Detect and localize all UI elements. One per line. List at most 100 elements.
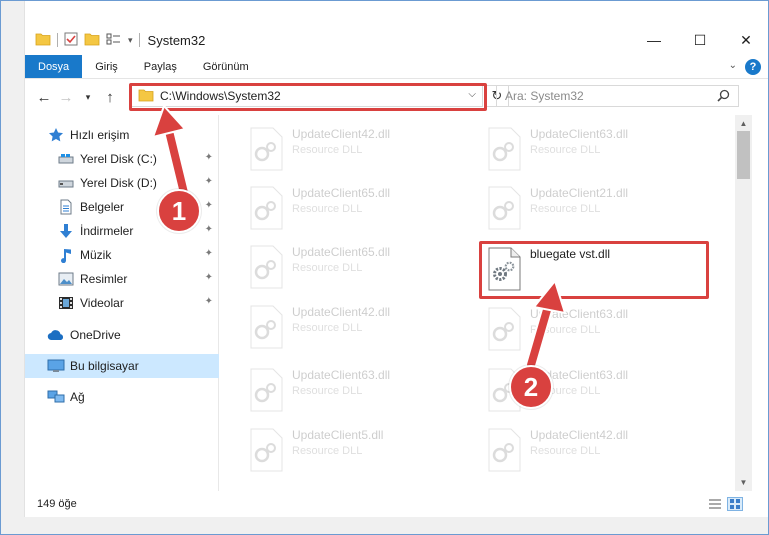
file-name: UpdateClient42.dll bbox=[292, 127, 391, 141]
file-item[interactable]: UpdateClient42.dll Resource DLL bbox=[486, 424, 706, 476]
file-list: UpdateClient42.dll Resource DLL UpdateCli… bbox=[220, 115, 735, 491]
minimize-button[interactable]: — bbox=[631, 25, 677, 55]
dll-file-icon bbox=[250, 127, 283, 171]
sidebar-item-this-pc[interactable]: Bu bilgisayar bbox=[25, 354, 219, 378]
cloud-icon bbox=[47, 327, 65, 343]
file-item[interactable]: UpdateClient42.dll Resource DLL bbox=[248, 301, 468, 353]
chevron-down-icon[interactable]: ⌵ bbox=[468, 89, 476, 100]
pin-icon[interactable]: ✦ bbox=[205, 200, 213, 211]
dll-file-icon bbox=[250, 245, 283, 289]
file-name: UpdateClient42.dll bbox=[530, 428, 629, 442]
dll-file-icon bbox=[250, 305, 283, 349]
file-name: UpdateClient65.dll bbox=[292, 186, 391, 200]
download-icon bbox=[57, 223, 75, 239]
forward-button[interactable]: → bbox=[55, 89, 77, 106]
navigation-pane: Hızlı erişim Yerel Disk (C:) ✦ Yerel Dis… bbox=[25, 115, 219, 491]
title-bar: ▾ System32 — ☐ ✕ bbox=[25, 25, 768, 55]
sidebar-item-quick-access[interactable]: Hızlı erişim bbox=[25, 123, 219, 147]
search-icon[interactable] bbox=[717, 89, 730, 105]
search-box[interactable]: Ara: System32 bbox=[496, 85, 739, 107]
folder-icon bbox=[138, 88, 154, 105]
recent-locations-button[interactable]: ▾ bbox=[77, 92, 99, 103]
file-type: Resource DLL bbox=[292, 322, 363, 334]
file-type: Resource DLL bbox=[530, 144, 601, 156]
pin-icon[interactable]: ✦ bbox=[205, 152, 213, 163]
view-switcher bbox=[707, 497, 743, 511]
details-view-icon[interactable] bbox=[707, 497, 723, 511]
file-item[interactable]: UpdateClient63.dll Resource DLL bbox=[248, 364, 468, 416]
folder-icon bbox=[35, 32, 51, 49]
dll-file-icon bbox=[250, 368, 283, 412]
file-item[interactable]: UpdateClient5.dll Resource DLL bbox=[248, 424, 468, 476]
tab-gorunum[interactable]: Görünüm bbox=[190, 55, 262, 78]
address-bar[interactable]: C:\Windows\System32 ⌵ bbox=[131, 85, 483, 107]
window-title: System32 bbox=[147, 32, 206, 48]
ribbon-tabs: Dosya Giriş Paylaş Görünüm ⌄ ? bbox=[25, 55, 768, 79]
vertical-scrollbar[interactable]: ▲ ▼ bbox=[735, 115, 752, 491]
file-type: Resource DLL bbox=[530, 324, 601, 336]
sidebar-item-pictures[interactable]: Resimler ✦ bbox=[25, 267, 219, 291]
back-button[interactable]: ← bbox=[33, 89, 55, 106]
file-name: UpdateClient63.dll bbox=[292, 368, 391, 382]
file-item[interactable]: UpdateClient65.dll Resource DLL bbox=[248, 182, 468, 234]
item-count: 149 öğe bbox=[37, 498, 77, 510]
scroll-up-button[interactable]: ▲ bbox=[735, 115, 752, 132]
view-options-icon[interactable] bbox=[106, 32, 122, 49]
file-item-bluegate-vst[interactable]: bluegate vst.dll bbox=[486, 243, 706, 295]
desktop-edge-left bbox=[1, 1, 25, 534]
window-controls: — ☐ ✕ bbox=[631, 25, 768, 55]
sidebar-item-local-disk-c[interactable]: Yerel Disk (C:) ✦ bbox=[25, 147, 219, 171]
sidebar-item-label: İndirmeler bbox=[80, 224, 134, 238]
file-name: UpdateClient65.dll bbox=[292, 245, 391, 259]
pin-icon[interactable]: ✦ bbox=[205, 224, 213, 235]
chevron-down-icon[interactable]: ▾ bbox=[128, 35, 133, 46]
file-item[interactable]: UpdateClient63.dll Resource DLL bbox=[486, 123, 706, 175]
sidebar-item-network[interactable]: Ağ bbox=[25, 385, 219, 409]
file-type: Resource DLL bbox=[292, 203, 363, 215]
file-item[interactable]: UpdateClient42.dll Resource DLL bbox=[248, 123, 468, 175]
sidebar-item-label: Hızlı erişim bbox=[70, 128, 130, 142]
tiles-view-icon[interactable] bbox=[727, 497, 743, 511]
tab-giris[interactable]: Giriş bbox=[82, 55, 131, 78]
pin-icon[interactable]: ✦ bbox=[205, 248, 213, 259]
dll-file-icon bbox=[488, 307, 521, 351]
file-name: UpdateClient63.dll bbox=[530, 127, 629, 141]
file-item[interactable]: UpdateClient63.dll Resource DLL bbox=[486, 303, 706, 355]
help-button[interactable]: ? bbox=[745, 59, 761, 75]
sidebar-item-music[interactable]: Müzik ✦ bbox=[25, 243, 219, 267]
toolbar-separator bbox=[138, 33, 140, 47]
sidebar-item-onedrive[interactable]: OneDrive bbox=[25, 323, 219, 347]
expand-ribbon-icon[interactable]: ⌄ bbox=[729, 60, 737, 71]
scroll-thumb[interactable] bbox=[737, 131, 750, 179]
file-item[interactable]: UpdateClient21.dll Resource DLL bbox=[486, 182, 706, 234]
maximize-button[interactable]: ☐ bbox=[677, 25, 723, 55]
sidebar-item-label: Bu bilgisayar bbox=[70, 359, 139, 373]
file-type: Resource DLL bbox=[530, 203, 601, 215]
pin-icon[interactable]: ✦ bbox=[205, 272, 213, 283]
pin-icon[interactable]: ✦ bbox=[205, 296, 213, 307]
properties-icon[interactable] bbox=[64, 32, 78, 49]
file-type: Resource DLL bbox=[530, 445, 601, 457]
tab-dosya[interactable]: Dosya bbox=[25, 55, 83, 78]
scroll-down-button[interactable]: ▼ bbox=[735, 474, 752, 491]
address-path[interactable]: C:\Windows\System32 bbox=[160, 89, 281, 103]
sidebar-item-label: Yerel Disk (C:) bbox=[80, 152, 157, 166]
star-icon bbox=[47, 127, 65, 143]
file-name: UpdateClient63.dll bbox=[530, 307, 629, 321]
up-button[interactable]: ↑ bbox=[99, 89, 121, 106]
close-button[interactable]: ✕ bbox=[723, 25, 768, 55]
search-input[interactable]: Ara: System32 bbox=[505, 89, 584, 103]
sidebar-item-videos[interactable]: Videolar ✦ bbox=[25, 291, 219, 315]
network-icon bbox=[47, 389, 65, 405]
file-type: Resource DLL bbox=[292, 385, 363, 397]
new-folder-icon[interactable] bbox=[84, 32, 100, 49]
file-item[interactable]: UpdateClient65.dll Resource DLL bbox=[248, 241, 468, 293]
pictures-icon bbox=[57, 271, 75, 287]
dll-file-icon bbox=[488, 186, 521, 230]
status-bar: 149 öğe bbox=[25, 491, 768, 517]
tab-paylas[interactable]: Paylaş bbox=[131, 55, 190, 78]
sidebar-item-label: Videolar bbox=[80, 296, 124, 310]
dll-file-icon bbox=[250, 186, 283, 230]
dll-file-icon bbox=[250, 428, 283, 472]
pin-icon[interactable]: ✦ bbox=[205, 176, 213, 187]
